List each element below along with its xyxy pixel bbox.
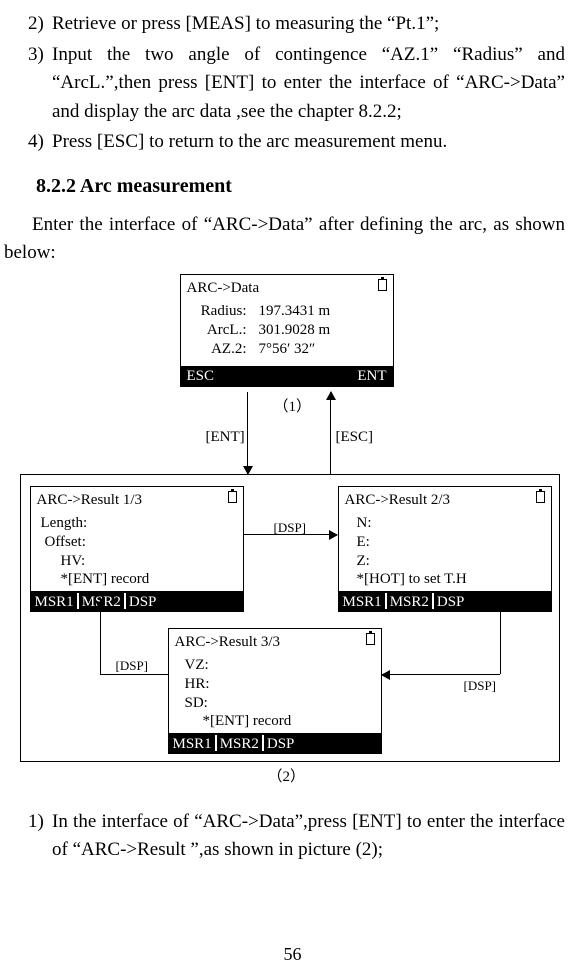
msr2-button[interactable]: MSR2 — [216, 733, 263, 753]
list-item-3: 3) Input the two angle of contingence “A… — [14, 41, 565, 127]
dsp-label: [DSP] — [464, 676, 497, 696]
screen-footer: ESC ENT — [181, 366, 393, 386]
screen-note: *[HOT] to set T.H — [349, 570, 545, 589]
battery-icon — [228, 491, 237, 503]
field-label: Z: — [349, 552, 545, 571]
list-text: Input the two angle of contingence “AZ.1… — [52, 41, 565, 127]
list-text: Press [ESC] to return to the arc measure… — [52, 128, 565, 157]
list-number: 2) — [14, 10, 52, 39]
dsp-label: [DSP] — [274, 518, 307, 538]
field-value: 301.9028 m — [253, 321, 387, 340]
dsp-button[interactable]: DSP — [125, 591, 161, 611]
screen-body: N: E: Z: *[HOT] to set T.H — [339, 513, 551, 591]
caption-1: （1） — [274, 396, 312, 419]
dsp-button[interactable]: DSP — [263, 733, 299, 753]
screen-result-2: ARC->Result 2/3 N: E: Z: *[HOT] to set T… — [338, 486, 552, 613]
msr1-button[interactable]: MSR1 — [169, 733, 216, 753]
title-text: ARC->Result 2/3 — [345, 492, 451, 508]
list-number: 3) — [14, 41, 52, 127]
list-item-4: 4) Press [ESC] to return to the arc meas… — [14, 128, 565, 157]
ent-button[interactable]: ENT — [351, 365, 392, 388]
screen-title: ARC->Data — [181, 275, 393, 302]
battery-icon — [378, 279, 387, 291]
screen-title: ARC->Result 2/3 — [339, 487, 551, 514]
intro-paragraph: Enter the interface of “ARC->Data” after… — [4, 211, 565, 268]
esc-button[interactable]: ESC — [181, 365, 221, 388]
page-number: 56 — [0, 941, 585, 968]
screen-footer: MSR1 MSR2 DSP — [31, 591, 243, 611]
screen-body: Length: Offset: HV: *[ENT] record — [31, 513, 243, 591]
field-label: AZ.2: — [191, 340, 253, 359]
field-label: Radius: — [191, 302, 253, 321]
msr1-button[interactable]: MSR1 — [339, 591, 386, 611]
screen-result-3: ARC->Result 3/3 VZ: HR: SD: *[ENT] recor… — [168, 628, 382, 755]
screen-footer: MSR1 MSR2 DSP — [169, 733, 381, 753]
dsp-label: [DSP] — [116, 656, 149, 676]
battery-icon — [366, 633, 375, 645]
screen-note: *[ENT] record — [179, 712, 375, 731]
field-label: Length: — [41, 514, 237, 533]
screen-footer: MSR1 MSR2 DSP — [339, 591, 551, 611]
field-label: E: — [349, 533, 545, 552]
title-text: ARC->Result 1/3 — [37, 492, 143, 508]
field-label: SD: — [179, 694, 375, 713]
screen-title: ARC->Result 3/3 — [169, 629, 381, 656]
screen-arc-data: ARC->Data Radius:197.3431 m ArcL.:301.90… — [180, 274, 394, 388]
field-value: 197.3431 m — [253, 302, 387, 321]
dsp-button[interactable]: DSP — [433, 591, 469, 611]
field-label: VZ: — [179, 656, 375, 675]
msr1-button[interactable]: MSR1 — [31, 591, 78, 611]
list-item-2: 2) Retrieve or press [MEAS] to measuring… — [14, 10, 565, 39]
field-label: HR: — [179, 675, 375, 694]
field-label: HV: — [41, 552, 237, 571]
flow-diagram: ARC->Data Radius:197.3431 m ArcL.:301.90… — [20, 274, 560, 804]
screen-title: ARC->Result 1/3 — [31, 487, 243, 514]
list-number: 1) — [14, 808, 52, 865]
field-label: N: — [349, 514, 545, 533]
battery-icon — [536, 491, 545, 503]
section-heading: 8.2.2 Arc measurement — [36, 171, 565, 201]
list-text: Retrieve or press [MEAS] to measuring th… — [52, 10, 565, 39]
msr2-button[interactable]: MSR2 — [386, 591, 433, 611]
list-text: In the interface of “ARC->Data”,press [E… — [52, 808, 565, 865]
ent-label: [ENT] — [206, 426, 245, 449]
title-text: ARC->Result 3/3 — [175, 634, 281, 650]
field-label: ArcL.: — [191, 321, 253, 340]
title-text: ARC->Data — [187, 280, 260, 296]
field-value: 7°56′ 32″ — [253, 340, 387, 359]
caption-2: （2） — [268, 766, 306, 789]
field-label: Offset: — [41, 533, 237, 552]
screen-note: *[ENT] record — [41, 570, 237, 589]
list-number: 4) — [14, 128, 52, 157]
screen-body: VZ: HR: SD: *[ENT] record — [169, 655, 381, 733]
list-item-post-1: 1) In the interface of “ARC->Data”,press… — [14, 808, 565, 865]
screen-body: Radius:197.3431 m ArcL.:301.9028 m AZ.2:… — [181, 301, 393, 366]
screen-result-1: ARC->Result 1/3 Length: Offset: HV: *[EN… — [30, 486, 244, 613]
esc-label: [ESC] — [336, 426, 374, 449]
